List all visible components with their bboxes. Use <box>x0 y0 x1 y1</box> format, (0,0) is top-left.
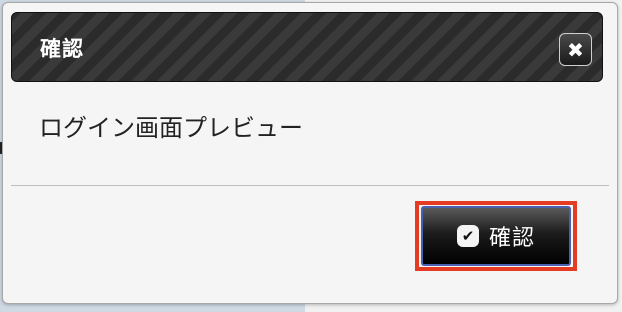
confirm-button-label: 確認 <box>488 226 535 251</box>
dialog-message: ログイン画面プレビュー <box>39 114 303 142</box>
dialog-title: 確認 <box>40 37 84 61</box>
close-icon: ✖ <box>567 37 584 62</box>
close-button[interactable]: ✖ <box>559 33 592 66</box>
dialog-titlebar: 確認 ✖ <box>11 12 603 82</box>
confirm-button[interactable]: ✔ 確認 <box>421 206 571 266</box>
dialog-divider <box>11 185 609 186</box>
check-icon: ✔ <box>456 225 479 247</box>
